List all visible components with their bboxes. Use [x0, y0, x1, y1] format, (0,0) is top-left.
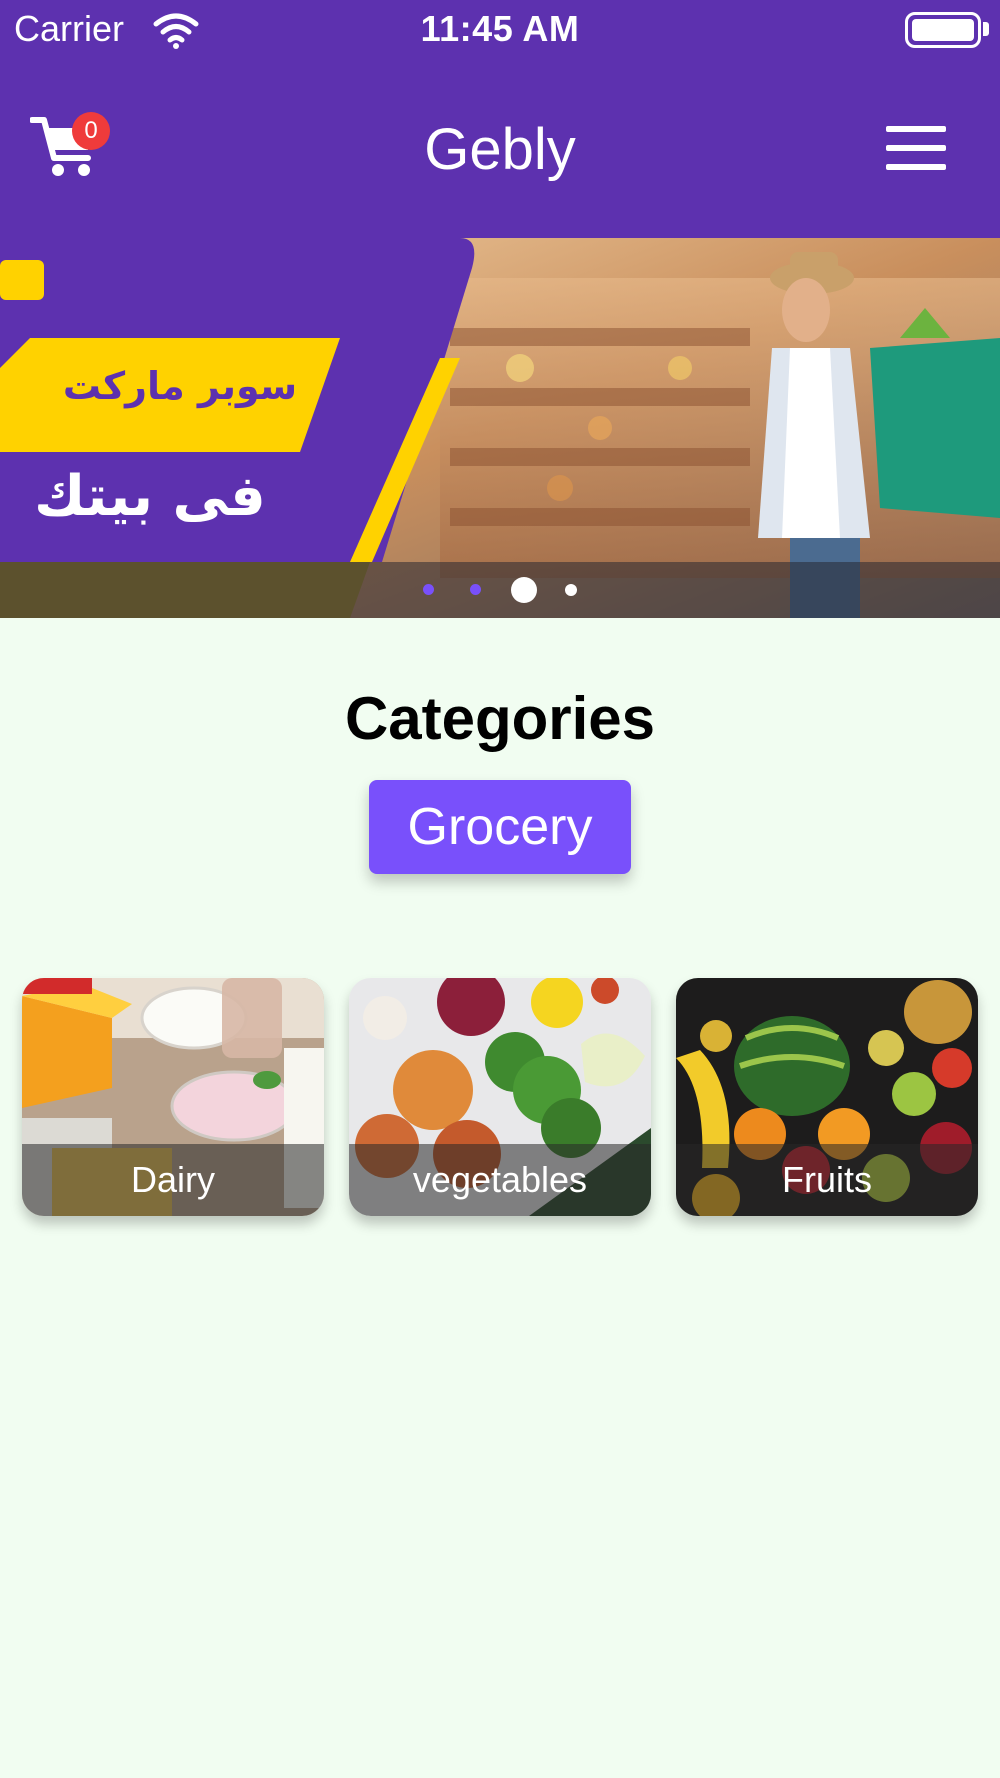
battery-icon: [905, 12, 981, 48]
category-card-label: vegetables: [349, 1144, 651, 1216]
promo-banner-carousel[interactable]: سوبر ماركت فى بيتك: [0, 238, 1000, 618]
banner-image: [0, 238, 1000, 618]
category-card-label: Dairy: [22, 1144, 324, 1216]
category-card-fruits[interactable]: Fruits: [676, 978, 978, 1216]
carousel-dot-4[interactable]: [565, 584, 577, 596]
categories-heading: Categories: [344, 685, 656, 752]
clock: 11:45 AM: [420, 8, 580, 49]
hamburger-menu-icon[interactable]: [886, 126, 946, 170]
app-header: 0 Gebly: [0, 62, 1000, 238]
app-title: Gebly: [424, 117, 576, 182]
banner-headline-top: سوبر ماركت: [62, 364, 298, 408]
carousel-dot-3-active[interactable]: [511, 577, 537, 603]
category-card-vegetables[interactable]: vegetables: [349, 978, 651, 1216]
battery-tip: [983, 22, 989, 36]
category-tab-grocery[interactable]: Grocery: [369, 780, 631, 874]
carousel-dot-1[interactable]: [423, 584, 434, 595]
carousel-pagination: [0, 562, 1000, 618]
category-card-dairy[interactable]: Dairy: [22, 978, 324, 1216]
status-bar: Carrier 11:45 AM: [0, 0, 1000, 62]
carousel-dot-2[interactable]: [470, 584, 481, 595]
banner-headline-bottom: فى بيتك: [34, 464, 266, 529]
category-card-label: Fruits: [676, 1144, 978, 1216]
